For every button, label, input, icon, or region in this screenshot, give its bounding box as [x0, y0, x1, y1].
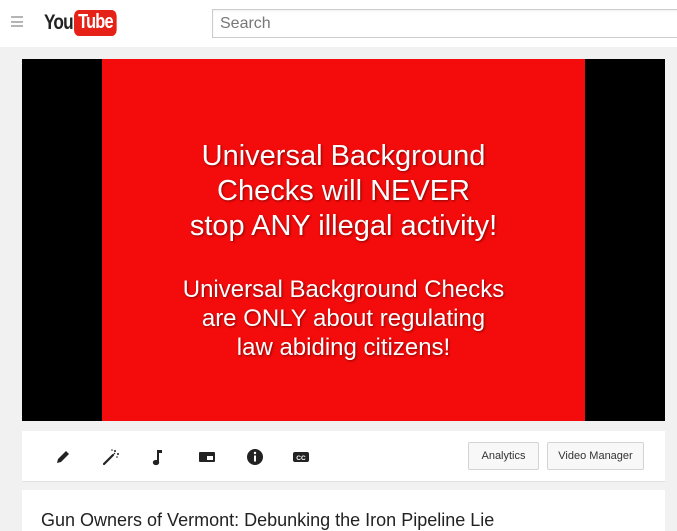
subline-line: Universal Background Checks: [182, 276, 505, 303]
youtube-logo[interactable]: You Tube: [44, 9, 126, 37]
masthead: You Tube: [0, 0, 677, 47]
headline-line: stop ANY illegal activity!: [189, 210, 498, 242]
logo-you-text: You: [44, 11, 74, 34]
search-input[interactable]: [212, 9, 677, 38]
video-manager-button[interactable]: Video Manager: [547, 442, 644, 470]
music-note-icon[interactable]: [146, 446, 168, 468]
pencil-icon[interactable]: [52, 446, 74, 468]
video-frame: Universal Background Checks will NEVER s…: [102, 59, 585, 421]
video-title: Gun Owners of Vermont: Debunking the Iro…: [41, 510, 495, 530]
video-info-card: Gun Owners of Vermont: Debunking the Iro…: [22, 490, 665, 531]
video-player[interactable]: Universal Background Checks will NEVER s…: [22, 59, 665, 421]
creator-bar: CC Analytics Video Manager: [22, 431, 665, 482]
subline-line: are ONLY about regulating: [201, 305, 486, 332]
cc-icon[interactable]: CC: [290, 446, 312, 468]
slide-subline: Universal Background Checks are ONLY abo…: [102, 275, 585, 362]
headline-line: Checks will NEVER: [217, 175, 470, 207]
headline-line: Universal Background: [201, 140, 486, 172]
subline-line: law abiding citizens!: [236, 334, 451, 361]
card-icon[interactable]: [196, 446, 218, 468]
analytics-button[interactable]: Analytics: [468, 442, 539, 470]
magic-wand-icon[interactable]: [100, 446, 122, 468]
info-icon[interactable]: [244, 446, 266, 468]
logo-tube-text: Tube: [74, 10, 117, 36]
svg-text:CC: CC: [296, 455, 306, 462]
guide-menu-icon[interactable]: [11, 16, 23, 27]
slide-headline: Universal Background Checks will NEVER s…: [102, 139, 585, 244]
